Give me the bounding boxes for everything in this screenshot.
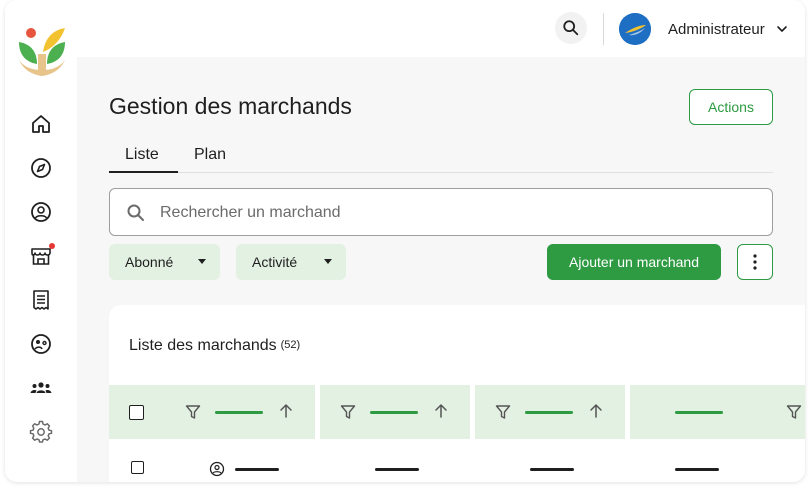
table-header-cell (320, 385, 470, 439)
tab-plan[interactable]: Plan (178, 143, 242, 173)
home-icon (32, 115, 50, 133)
filter-icon[interactable] (786, 404, 802, 420)
sidebar-item-explore[interactable] (27, 154, 55, 182)
table-row[interactable] (109, 449, 805, 482)
column-header-placeholder (675, 411, 723, 414)
table-header-cell (475, 385, 625, 439)
search-icon (127, 204, 144, 221)
sidebar-item-users[interactable] (27, 330, 55, 358)
cell-placeholder (375, 468, 419, 471)
column-header-placeholder (215, 411, 263, 414)
more-vertical-icon (753, 254, 757, 270)
cell-placeholder (675, 468, 719, 471)
filter-abonne-label: Abonné (125, 254, 174, 270)
more-options-button[interactable] (737, 244, 773, 280)
tab-liste[interactable]: Liste (109, 143, 178, 173)
row-checkbox[interactable] (131, 461, 144, 474)
merchant-search (109, 188, 773, 236)
table-header-cell (109, 385, 315, 439)
filter-icon[interactable] (495, 404, 511, 420)
select-all-checkbox[interactable] (129, 405, 144, 420)
sidebar-item-settings[interactable] (27, 418, 55, 446)
cell-placeholder (530, 468, 574, 471)
user-circle-icon (209, 461, 225, 477)
sort-arrow-up-icon[interactable] (434, 403, 448, 419)
list-count: (52) (280, 339, 301, 351)
app-logo (15, 24, 69, 78)
compass-icon (31, 158, 51, 178)
sort-arrow-up-icon[interactable] (279, 403, 293, 419)
add-merchant-button[interactable]: Ajouter un marchand (547, 244, 721, 280)
search-input[interactable] (160, 200, 740, 226)
merchant-list-card: Liste des marchands (52) (109, 305, 805, 482)
sidebar-item-home[interactable] (27, 110, 55, 138)
receipt-icon (33, 290, 49, 310)
sidebar-item-groups[interactable] (27, 374, 55, 402)
global-search-button[interactable] (555, 12, 587, 44)
list-title: Liste des marchands (52) (129, 337, 300, 355)
caret-down-icon (198, 259, 206, 264)
face-icon (31, 334, 51, 354)
gear-icon (29, 420, 53, 443)
page-title: Gestion des marchands (109, 93, 352, 119)
filter-abonne[interactable]: Abonné (109, 244, 220, 280)
filter-icon[interactable] (185, 404, 201, 420)
sidebar-item-profile[interactable] (27, 198, 55, 226)
filter-icon[interactable] (340, 404, 356, 420)
user-name[interactable]: Administrateur (668, 21, 765, 38)
app-window: Administrateur Gestion des marchands Act… (5, 0, 805, 482)
column-header-placeholder (525, 411, 573, 414)
tab-bar: Liste Plan (109, 143, 773, 173)
filter-activite-label: Activité (252, 254, 298, 270)
sidebar-item-merchants[interactable] (27, 242, 55, 270)
caret-down-icon (324, 259, 332, 264)
list-title-text: Liste des marchands (129, 337, 277, 354)
sidebar (5, 0, 77, 482)
chevron-down-icon[interactable] (776, 23, 788, 35)
search-icon (563, 20, 579, 36)
avatar[interactable] (619, 13, 651, 45)
topbar: Administrateur (77, 0, 805, 57)
filter-activite[interactable]: Activité (236, 244, 346, 280)
notification-badge (49, 243, 55, 249)
group-icon (30, 382, 52, 393)
column-header-placeholder (370, 411, 418, 414)
actions-button[interactable]: Actions (689, 89, 773, 125)
topbar-divider (603, 13, 604, 45)
user-circle-icon (31, 202, 51, 222)
main-content: Gestion des marchands Actions Liste Plan… (77, 57, 805, 482)
cell-placeholder (235, 468, 279, 471)
sidebar-item-receipts[interactable] (27, 286, 55, 314)
sort-arrow-up-icon[interactable] (589, 403, 603, 419)
table-header-cell (630, 385, 805, 439)
